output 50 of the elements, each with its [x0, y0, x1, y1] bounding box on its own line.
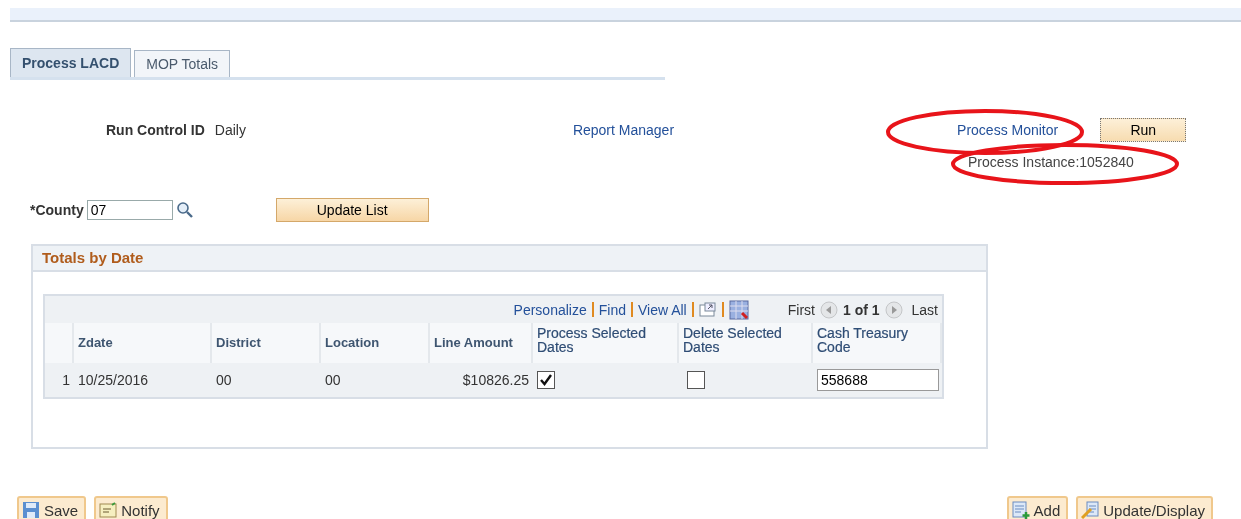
next-icon[interactable]	[884, 300, 903, 319]
table-cell-text: $10826.25	[461, 371, 530, 390]
last-label: Last	[911, 301, 938, 318]
column-header: Process Selected Dates	[533, 323, 679, 363]
column-header: Delete Selected Dates	[679, 323, 813, 363]
run-button[interactable]: Run	[1100, 118, 1187, 142]
group-title: Totals by Date	[33, 246, 986, 272]
tab[interactable]: Process LACD	[10, 48, 132, 77]
field-label: Run Control ID	[106, 122, 205, 138]
cash-treasury-code-field[interactable]: 558688	[817, 369, 939, 391]
new-window-icon[interactable]	[698, 301, 717, 318]
footer-button[interactable]: Save	[17, 496, 87, 519]
page-range: 1 of 1	[842, 301, 880, 318]
table-cell-text: 00	[324, 371, 342, 390]
first-label: First	[787, 301, 815, 318]
note-icon	[99, 501, 118, 519]
separator	[630, 302, 633, 317]
field-value: Daily	[214, 122, 246, 138]
tab[interactable]: MOP Totals	[134, 50, 231, 77]
add-document-icon	[1011, 501, 1030, 519]
report-manager-link[interactable]: Report Manager	[572, 122, 675, 138]
column-header: Zdate	[74, 323, 212, 363]
row-number: 1	[61, 371, 71, 390]
column-header: Location	[321, 323, 430, 363]
footer-button[interactable]: Notify	[94, 496, 168, 519]
update-list-button[interactable]: Update List	[275, 198, 429, 222]
previous-icon[interactable]	[819, 300, 838, 319]
separator	[591, 302, 594, 317]
save-icon	[22, 501, 40, 519]
field-label: *County	[30, 202, 84, 218]
column-header: Line Amount	[430, 323, 533, 363]
grid-link[interactable]: View All	[637, 301, 687, 318]
grid-link[interactable]: Personalize	[513, 301, 587, 318]
grid-link[interactable]: Find	[598, 301, 626, 318]
county-field[interactable]: 07	[86, 200, 173, 220]
spreadsheet-icon[interactable]	[728, 299, 749, 320]
process-instance-text: Process Instance:1052840	[968, 154, 1134, 170]
pencil-document-icon	[1081, 501, 1100, 519]
footer-button[interactable]: Add	[1006, 496, 1069, 519]
search-icon[interactable]	[175, 201, 194, 219]
table-cell-text: 00	[215, 371, 233, 390]
separator	[691, 302, 694, 317]
column-header: Cash Treasury Code	[813, 323, 942, 363]
checkbox[interactable]	[537, 371, 555, 389]
process-monitor-link[interactable]: Process Monitor	[957, 122, 1059, 138]
separator	[721, 302, 724, 317]
checkbox[interactable]	[687, 371, 705, 389]
table-cell-text: 10/25/2016	[77, 371, 150, 390]
footer-button[interactable]: Update/Display	[1076, 496, 1213, 519]
column-header: District	[212, 323, 321, 363]
